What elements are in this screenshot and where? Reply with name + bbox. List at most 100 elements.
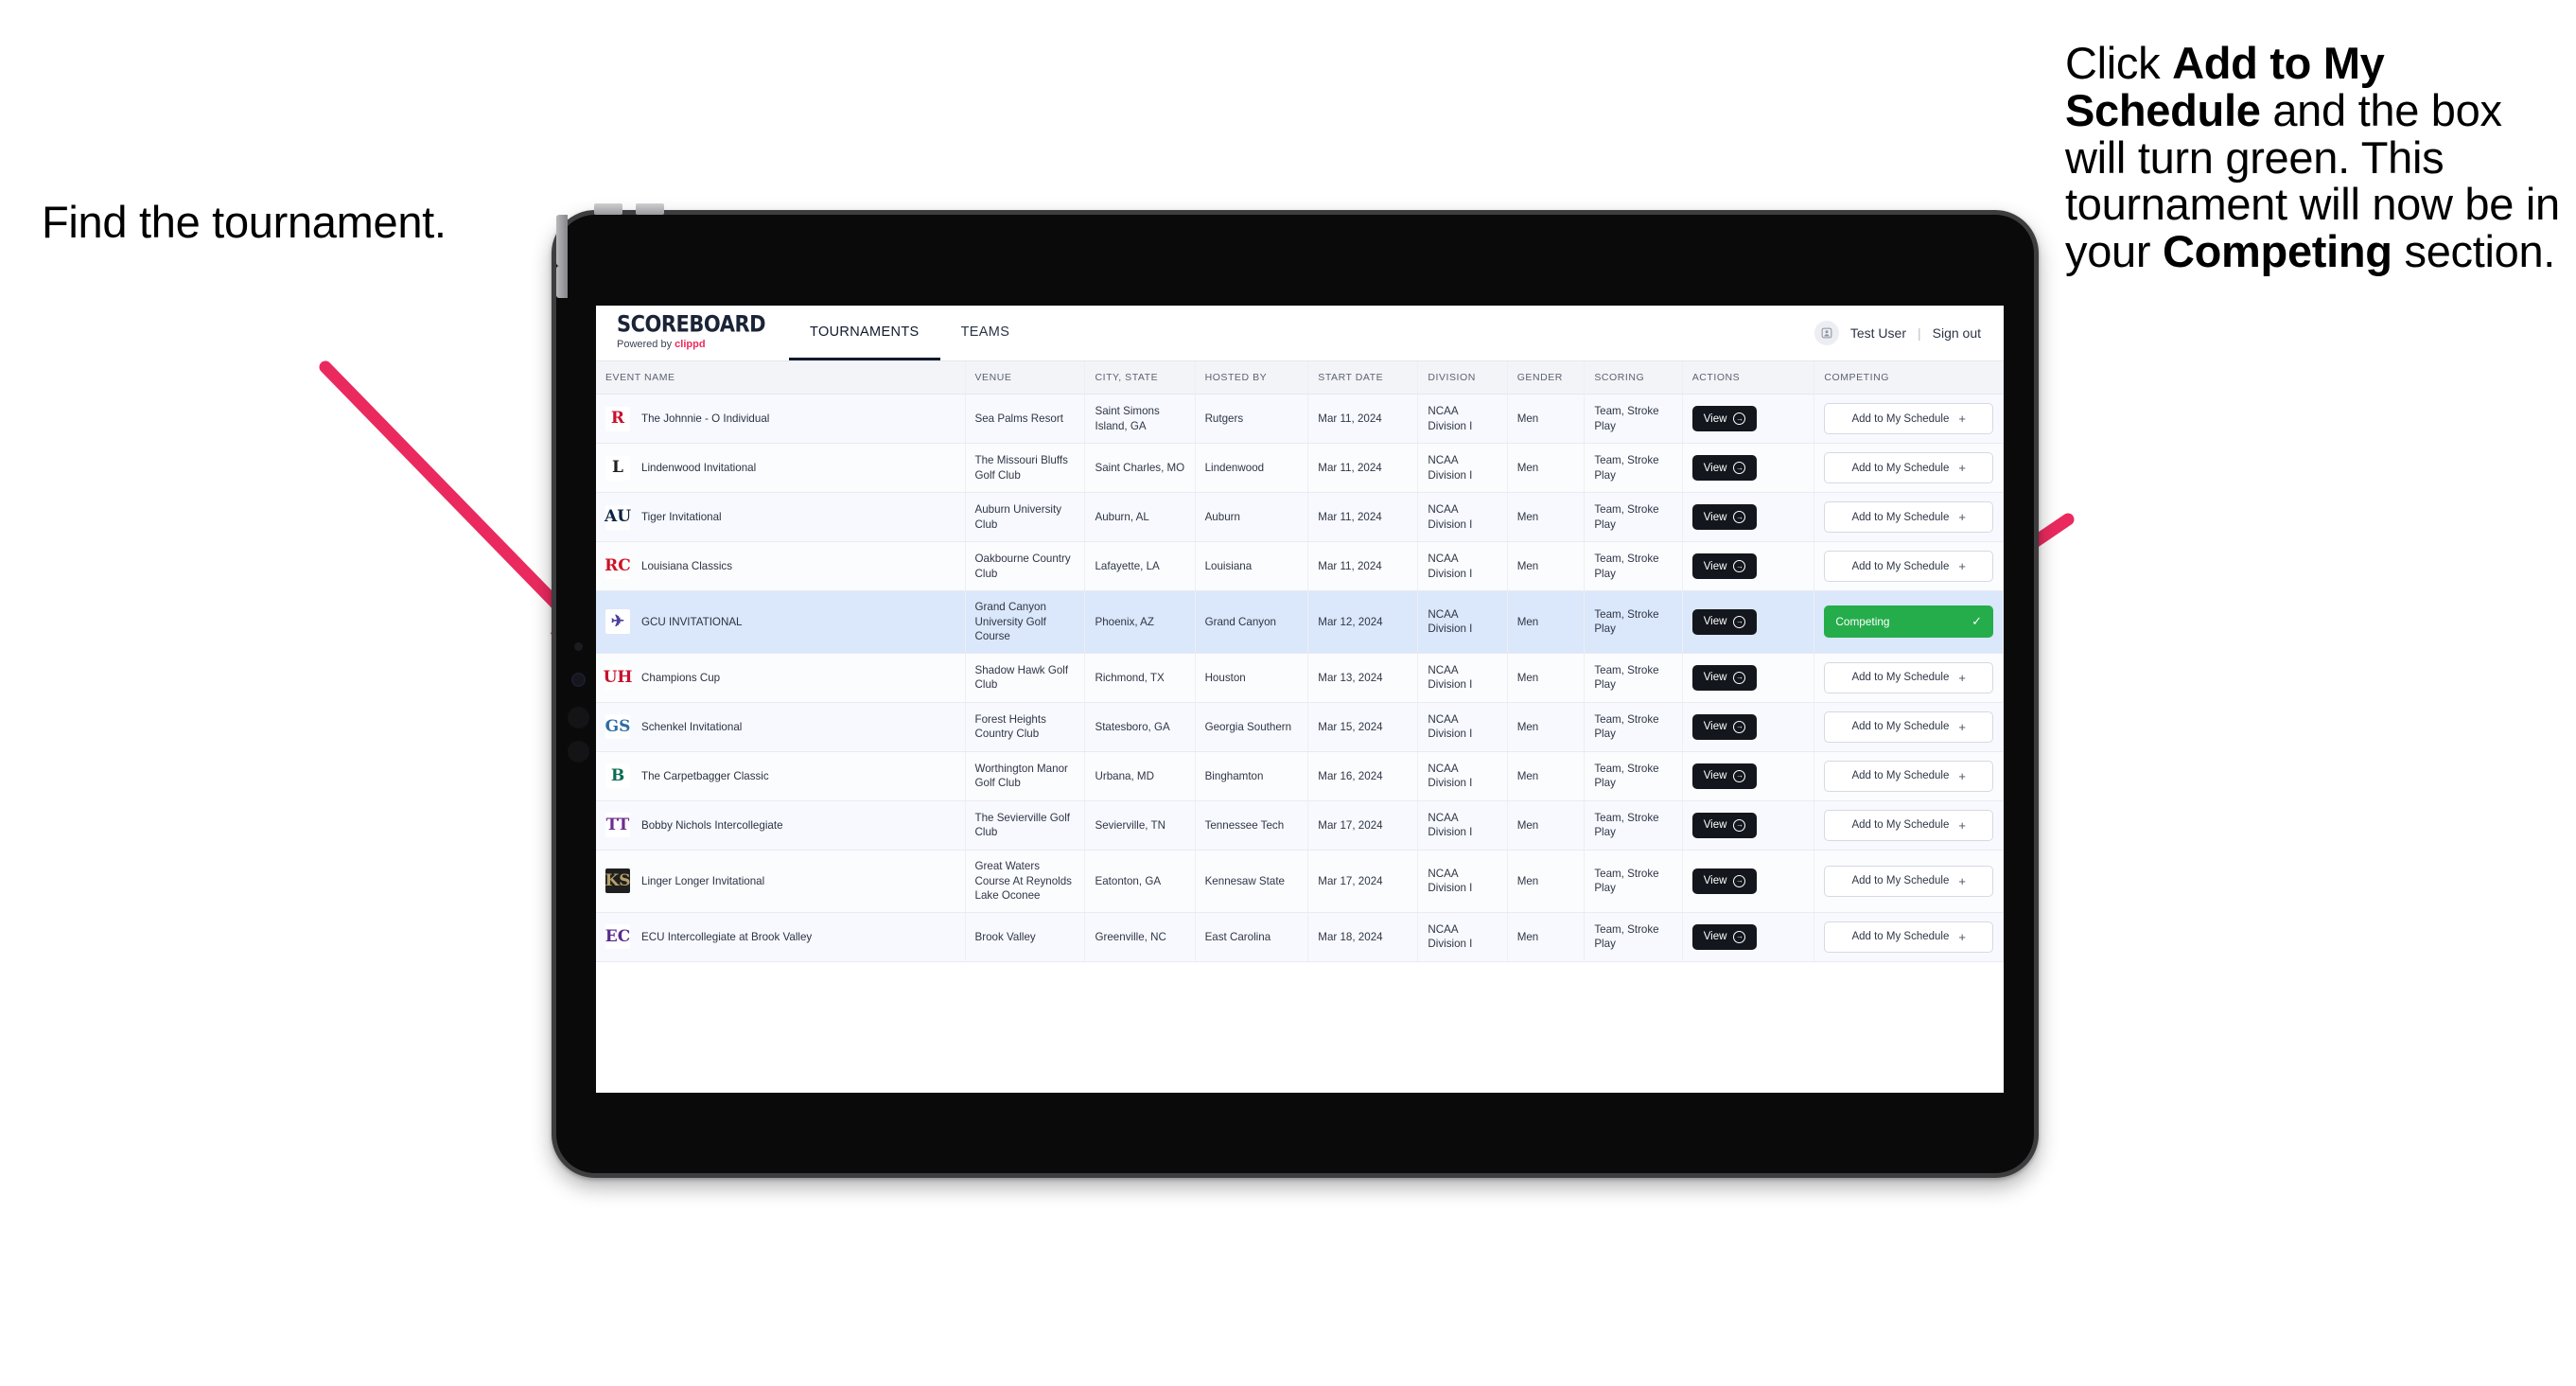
table-row[interactable]: TT Bobby Nichols Intercollegiate The Sevie…: [596, 800, 2004, 851]
add-to-my-schedule-button[interactable]: Add to My Schedule +: [1824, 661, 1993, 693]
event-name-cell: KS Linger Longer Invitational: [605, 868, 955, 894]
event-name-cell: TT Bobby Nichols Intercollegiate: [605, 813, 955, 838]
annotation-left-text: Find the tournament.: [42, 197, 447, 247]
view-button-label: View: [1703, 770, 1727, 782]
sign-out-link[interactable]: Sign out: [1933, 325, 1981, 341]
column-header-gender[interactable]: GENDER: [1507, 361, 1586, 395]
column-header-event-name[interactable]: EVENT NAME: [596, 361, 966, 395]
cell-start-date: Mar 11, 2024: [1307, 443, 1419, 493]
table-row[interactable]: KS Linger Longer Invitational Great Waters…: [596, 850, 2004, 913]
cell-division: NCAA Division I: [1417, 492, 1508, 542]
plus-icon: +: [1958, 412, 1966, 426]
table-row[interactable]: RC Louisiana Classics Oakbourne Country Cl…: [596, 541, 2004, 591]
view-button[interactable]: View →: [1691, 406, 1758, 431]
column-header-hosted-by[interactable]: HOSTED BY: [1195, 361, 1309, 395]
cell-scoring: Team, Stroke Play: [1584, 541, 1683, 591]
add-to-my-schedule-button[interactable]: Add to My Schedule +: [1824, 809, 1993, 841]
cell-event-name: R The Johnnie - O Individual: [596, 394, 966, 444]
add-to-my-schedule-button[interactable]: Add to My Schedule +: [1824, 403, 1993, 434]
tournaments-table-scroll[interactable]: EVENT NAME VENUE CITY, STATE HOSTED BY START…: [596, 361, 2004, 1093]
cell-event-name: UH Champions Cup: [596, 653, 966, 703]
volume-up-button[interactable]: [594, 203, 622, 215]
brand-name: SCOREBOARD: [617, 310, 766, 338]
view-button[interactable]: View →: [1691, 608, 1758, 635]
view-button[interactable]: View →: [1691, 713, 1758, 740]
view-button[interactable]: View →: [1691, 664, 1758, 691]
view-button[interactable]: View →: [1691, 812, 1758, 838]
column-header-start-date[interactable]: START DATE: [1307, 361, 1419, 395]
cell-start-date: Mar 17, 2024: [1307, 800, 1419, 851]
team-logo-icon: L: [605, 455, 630, 481]
team-logo-icon: B: [605, 763, 630, 789]
table-row[interactable]: R The Johnnie - O Individual Sea Palms Res…: [596, 394, 2004, 444]
cell-gender: Men: [1507, 702, 1586, 752]
view-button-label: View: [1703, 511, 1727, 523]
view-button[interactable]: View →: [1691, 868, 1758, 894]
cell-start-date: Mar 12, 2024: [1307, 590, 1419, 654]
cell-scoring: Team, Stroke Play: [1584, 653, 1683, 703]
column-header-venue[interactable]: VENUE: [965, 361, 1086, 395]
competing-button[interactable]: Competing ✓: [1824, 605, 1993, 639]
cell-venue: Auburn University Club: [965, 492, 1086, 542]
cell-division: NCAA Division I: [1417, 443, 1508, 493]
view-button[interactable]: View →: [1691, 923, 1758, 950]
annotation-right-text: Click Add to My Schedule and the box wil…: [2065, 40, 2567, 275]
cell-scoring: Team, Stroke Play: [1584, 751, 1683, 801]
arrow-circle-right-icon: →: [1733, 615, 1746, 628]
arrow-circle-right-icon: →: [1733, 818, 1746, 832]
view-button[interactable]: View →: [1691, 763, 1758, 789]
column-header-city-state[interactable]: CITY, STATE: [1084, 361, 1196, 395]
add-to-my-schedule-button[interactable]: Add to My Schedule +: [1824, 551, 1993, 582]
tournaments-table: EVENT NAME VENUE CITY, STATE HOSTED BY START…: [596, 361, 2004, 962]
column-header-division[interactable]: DIVISION: [1417, 361, 1508, 395]
view-button[interactable]: View →: [1691, 553, 1758, 579]
cell-start-date: Mar 17, 2024: [1307, 850, 1419, 913]
table-row[interactable]: EC ECU Intercollegiate at Brook Valley Bro…: [596, 912, 2004, 962]
arrow-circle-right-icon: →: [1733, 930, 1746, 943]
cell-actions: View →: [1682, 912, 1815, 962]
side-button-upper[interactable]: [556, 215, 568, 266]
table-row[interactable]: B The Carpetbagger Classic Worthington Man…: [596, 751, 2004, 801]
cell-start-date: Mar 18, 2024: [1307, 912, 1419, 962]
side-button-lower[interactable]: [556, 266, 568, 298]
table-row[interactable]: ✈ GCU INVITATIONAL Grand Canyon University…: [596, 590, 2004, 654]
cell-gender: Men: [1507, 800, 1586, 851]
table-row[interactable]: L Lindenwood Invitational The Missouri Blu…: [596, 443, 2004, 493]
user-avatar-icon[interactable]: [1814, 321, 1839, 345]
volume-down-button[interactable]: [636, 203, 664, 215]
add-to-my-schedule-button[interactable]: Add to My Schedule +: [1824, 711, 1993, 743]
cell-actions: View →: [1682, 850, 1815, 913]
add-to-my-schedule-button[interactable]: Add to My Schedule +: [1824, 452, 1993, 483]
view-button-label: View: [1703, 462, 1727, 474]
tab-tournaments[interactable]: TOURNAMENTS: [789, 306, 940, 360]
table-row[interactable]: AU Tiger Invitational Auburn University Cl…: [596, 492, 2004, 542]
event-name-label: Tiger Invitational: [641, 510, 722, 523]
cell-actions: View →: [1682, 492, 1815, 542]
cell-gender: Men: [1507, 541, 1586, 591]
add-to-my-schedule-button[interactable]: Add to My Schedule +: [1824, 865, 1993, 897]
view-button[interactable]: View →: [1691, 504, 1758, 530]
cell-event-name: B The Carpetbagger Classic: [596, 751, 966, 801]
brand-logo: SCOREBOARD Powered by clippd: [596, 306, 776, 360]
view-button-label: View: [1703, 412, 1727, 425]
table-row[interactable]: UH Champions Cup Shadow Hawk Golf Club Rich…: [596, 653, 2004, 703]
powered-by-prefix: Powered by: [617, 339, 675, 350]
table-row[interactable]: GS Schenkel Invitational Forest Heights Co…: [596, 702, 2004, 752]
view-button[interactable]: View →: [1691, 455, 1758, 481]
column-header-scoring[interactable]: SCORING: [1584, 361, 1683, 395]
add-to-my-schedule-button[interactable]: Add to My Schedule +: [1824, 921, 1993, 953]
cell-hosted-by: Tennessee Tech: [1195, 800, 1309, 851]
add-to-my-schedule-button[interactable]: Add to My Schedule +: [1824, 501, 1993, 533]
event-name-cell: L Lindenwood Invitational: [605, 455, 955, 481]
clippd-brand: clippd: [675, 339, 706, 350]
cell-scoring: Team, Stroke Play: [1584, 912, 1683, 962]
column-header-actions[interactable]: ACTIONS: [1682, 361, 1815, 395]
event-name-label: Champions Cup: [641, 671, 721, 684]
add-to-my-schedule-button[interactable]: Add to My Schedule +: [1824, 760, 1993, 792]
tab-teams[interactable]: TEAMS: [939, 306, 1031, 360]
column-header-competing[interactable]: COMPETING: [1814, 361, 2004, 395]
team-logo-icon: RC: [605, 553, 631, 579]
add-to-my-schedule-label: Add to My Schedule: [1851, 770, 1950, 782]
add-to-my-schedule-label: Add to My Schedule: [1851, 931, 1950, 943]
plus-icon: +: [1958, 768, 1966, 783]
